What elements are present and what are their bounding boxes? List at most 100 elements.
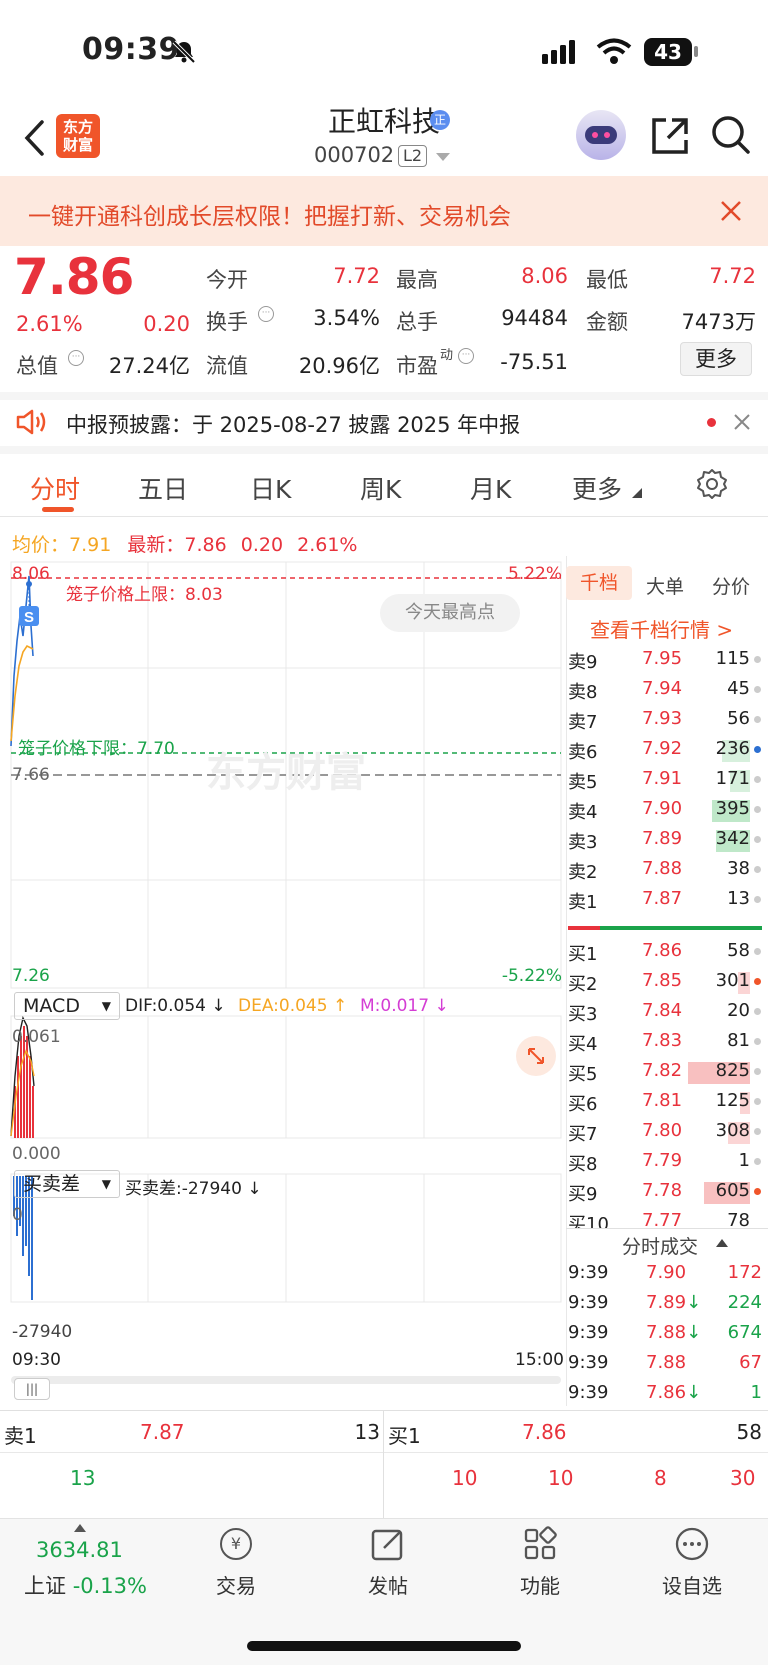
tab-more[interactable]: 更多 [572, 470, 622, 506]
tab-weekly-k[interactable]: 周K [360, 470, 401, 506]
avg-value: 7.91 [69, 534, 112, 556]
nav-post-button[interactable]: 发帖 [318, 1526, 458, 1616]
trades-title[interactable]: 分时成交 [622, 1232, 698, 1259]
tab-five-day[interactable]: 五日 [138, 470, 188, 506]
avg-label: 均价： [12, 534, 70, 556]
close-icon[interactable] [720, 200, 742, 222]
float-label: 流值 [206, 354, 248, 378]
trade-time: 9:39 [568, 1292, 609, 1313]
bid-detail: 8 [654, 1466, 667, 1490]
trade-volume: 67 [739, 1352, 762, 1373]
last-price: 7.86 [14, 248, 134, 306]
trade-time: 9:39 [568, 1382, 609, 1403]
wifi-icon [596, 38, 632, 64]
scroll-handle-icon[interactable]: ||| [14, 1378, 50, 1400]
pe-label: 市盈 [396, 354, 438, 378]
dot [754, 896, 761, 903]
tab-daily-k[interactable]: 日K [250, 470, 291, 506]
high-value: 8.06 [521, 264, 568, 288]
dif-value: DIF:0.054 ↓ [125, 996, 226, 1016]
ask-volume: 115 [715, 648, 750, 669]
bid-price: 7.86 [642, 940, 683, 961]
promo-text[interactable]: 一键开通科创成长层权限！把握打新、交易机会 [28, 197, 511, 231]
info-icon[interactable]: ··· [458, 348, 474, 364]
index-value[interactable]: 3634.81 [36, 1538, 123, 1562]
intraday-chart[interactable]: S 东方财富 [0, 556, 566, 1386]
amount-value: 7473万 [681, 310, 756, 334]
dot [754, 1068, 761, 1075]
bid-volume: 308 [715, 1120, 750, 1141]
time-axis-start: 09:30 [12, 1350, 61, 1370]
triangle-up-icon[interactable] [716, 1238, 728, 1248]
y-axis-bottom-pct: -5.22% [501, 966, 562, 986]
assistant-avatar-icon[interactable] [576, 110, 626, 160]
divider [383, 1410, 384, 1518]
ask-volume: 395 [715, 798, 750, 819]
tab-price-dist[interactable]: 分价 [712, 572, 750, 599]
spread-bar-ask [568, 926, 600, 930]
macd-axis-bottom: 0.000 [12, 1144, 61, 1164]
bottom-ask-volume: 13 [354, 1420, 380, 1444]
ask-price: 7.88 [642, 858, 683, 879]
bid-volume: 301 [715, 970, 750, 991]
pe-superscript: 动 [440, 348, 454, 363]
dea-value: DEA:0.045 ↑ [238, 996, 348, 1016]
indicator-select[interactable]: MACD ▼ [14, 992, 120, 1020]
tab-monthly-k[interactable]: 月K [470, 470, 511, 506]
divider [0, 516, 768, 517]
ask-price: 7.91 [642, 768, 683, 789]
badge-icon: 正 [430, 110, 450, 130]
volume-label: 总手 [396, 310, 438, 334]
ask-label: 卖6 [568, 742, 598, 763]
bid-price: 7.81 [642, 1090, 683, 1111]
nav-functions-button[interactable]: 功能 [470, 1526, 610, 1616]
nav-add-watchlist-button[interactable]: 设自选 [622, 1526, 762, 1616]
tab-depth[interactable]: 千档 [566, 566, 632, 600]
more-button[interactable]: 更多 [680, 342, 752, 376]
expand-icon[interactable] [516, 1036, 556, 1076]
close-icon[interactable] [734, 414, 750, 430]
ask-price: 7.95 [642, 648, 683, 669]
settings-gear-icon[interactable] [696, 468, 728, 500]
latest-value: 7.86 [184, 534, 227, 556]
ask-price: 7.94 [642, 678, 683, 699]
bid-volume: 825 [715, 1060, 750, 1081]
triangle-up-icon [74, 1524, 86, 1532]
view-depth-link[interactable]: 查看千档行情 > [590, 614, 733, 643]
ask-volume: 38 [727, 858, 750, 879]
dot [754, 978, 761, 985]
bid-label: 买1 [568, 944, 598, 965]
bs-axis-bottom: -27940 [12, 1322, 73, 1342]
bid-label: 买8 [568, 1154, 598, 1175]
trade-volume: 172 [727, 1262, 762, 1283]
divider [566, 1228, 768, 1229]
dot [754, 1158, 761, 1165]
share-icon[interactable] [650, 116, 690, 156]
ask-label: 卖8 [568, 682, 598, 703]
tab-big-orders[interactable]: 大单 [646, 572, 684, 599]
chevron-down-icon[interactable] [436, 152, 450, 162]
info-icon[interactable]: ··· [68, 350, 84, 366]
notice-text[interactable]: 中报预披露：于 2025-08-27 披露 2025 年中报 [66, 409, 520, 439]
watermark: 东方财富 [206, 751, 366, 795]
change-amount: 0.20 [143, 312, 190, 336]
index-ticker[interactable]: 上证 -0.13% [24, 1570, 147, 1600]
dot [754, 656, 761, 663]
trade-time: 9:39 [568, 1352, 609, 1373]
info-icon[interactable]: ··· [258, 306, 274, 322]
ask-volume: 45 [727, 678, 750, 699]
buysell-select[interactable]: 买卖差 ▼ [14, 1170, 120, 1198]
lower-limit-label: 笼子价格下限：7.70 [18, 739, 175, 759]
level2-badge[interactable]: L2 [398, 145, 428, 167]
ask-price: 7.87 [642, 888, 683, 909]
search-icon[interactable] [710, 114, 752, 156]
nav-trade-button[interactable]: ¥ 交易 [166, 1526, 306, 1616]
trade-volume: 1 [750, 1382, 762, 1403]
price-line [10, 575, 34, 747]
latest-change: 0.20 [240, 534, 284, 556]
ask-volume: 13 [727, 888, 750, 909]
tab-intraday[interactable]: 分时 [30, 470, 80, 506]
spread-bar-bid [600, 926, 762, 930]
ask-label: 卖2 [568, 862, 598, 883]
speaker-icon [16, 409, 46, 435]
